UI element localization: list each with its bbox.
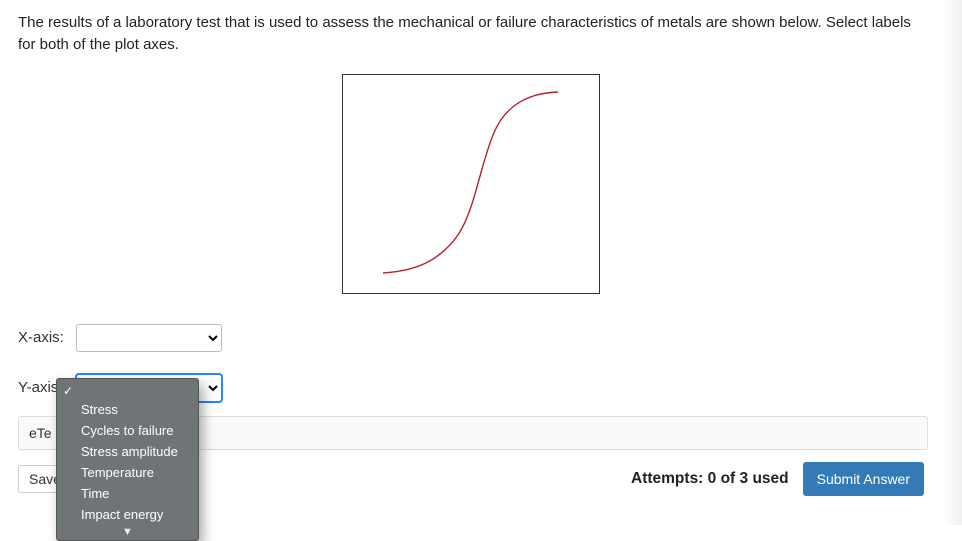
plot-box: [342, 74, 600, 294]
y-axis-dropdown-panel[interactable]: ✓ Stress Cycles to failure Stress amplit…: [56, 378, 199, 541]
x-axis-row: X-axis:: [18, 324, 924, 352]
dropdown-option[interactable]: Time: [57, 483, 198, 504]
s-curve-plot: [343, 75, 599, 293]
x-axis-select[interactable]: [76, 324, 222, 352]
dropdown-option[interactable]: Stress amplitude: [57, 441, 198, 462]
submit-answer-button[interactable]: Submit Answer: [803, 462, 924, 496]
dropdown-option[interactable]: Impact energy: [57, 504, 198, 525]
x-axis-label: X-axis:: [18, 329, 66, 346]
dropdown-option[interactable]: Temperature: [57, 462, 198, 483]
dropdown-option-blank[interactable]: ✓: [57, 381, 198, 399]
chevron-down-icon[interactable]: ▼: [57, 525, 198, 538]
dropdown-option[interactable]: Cycles to failure: [57, 420, 198, 441]
card-right-shadow: [942, 0, 962, 525]
attempts-text: Attempts: 0 of 3 used: [631, 470, 789, 488]
question-text: The results of a laboratory test that is…: [18, 12, 924, 56]
plot-container: [18, 74, 924, 294]
dropdown-option[interactable]: Stress: [57, 399, 198, 420]
check-icon: ✓: [63, 383, 73, 399]
